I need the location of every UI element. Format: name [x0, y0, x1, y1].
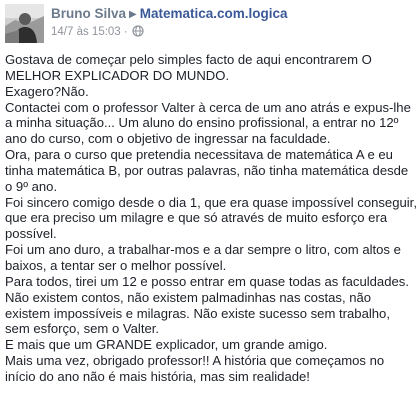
timestamp-link[interactable]: 14/7 às 15:03 — [51, 26, 121, 38]
post-paragraph: Não existem contos, não existem palmadin… — [5, 289, 390, 337]
globe-icon[interactable] — [131, 25, 144, 41]
facebook-post: Bruno Silva ▶ Matematica.com.logica 14/7 à… — [0, 0, 418, 418]
avatar[interactable] — [5, 4, 44, 43]
post-meta: 14/7 às 15:03 · — [51, 25, 144, 41]
post-body: Gostava de começar pelo simples facto de… — [5, 52, 417, 385]
profile-photo — [5, 4, 44, 43]
post-paragraph: Foi sincero comigo desde o dia 1, que er… — [5, 194, 417, 242]
author-line: Bruno Silva ▶ Matematica.com.logica — [51, 6, 288, 24]
triangle-right-icon: ▶ — [129, 9, 137, 20]
meta-separator: · — [123, 26, 128, 38]
post-paragraph: Gostava de começar pelo simples facto de… — [5, 52, 372, 83]
post-paragraph: Mais uma vez, obrigado professor!! A his… — [5, 353, 385, 384]
post-paragraph: Foi um ano duro, a trabalhar-mos e a dar… — [5, 242, 401, 273]
group-name-link[interactable]: Matematica.com.logica — [140, 6, 288, 21]
post-paragraph: E mais que um GRANDE explicador, um gran… — [5, 337, 328, 353]
author-name-link[interactable]: Bruno Silva — [51, 6, 126, 21]
post-paragraph: Contactei com o professor Valter à cerca… — [5, 99, 411, 147]
post-paragraph: Para todos, tirei um 12 e posso entrar e… — [5, 273, 409, 289]
post-paragraph: Exagero?Não. — [5, 83, 89, 99]
post-paragraph: Ora, para o curso que pretendia necessit… — [5, 147, 409, 194]
